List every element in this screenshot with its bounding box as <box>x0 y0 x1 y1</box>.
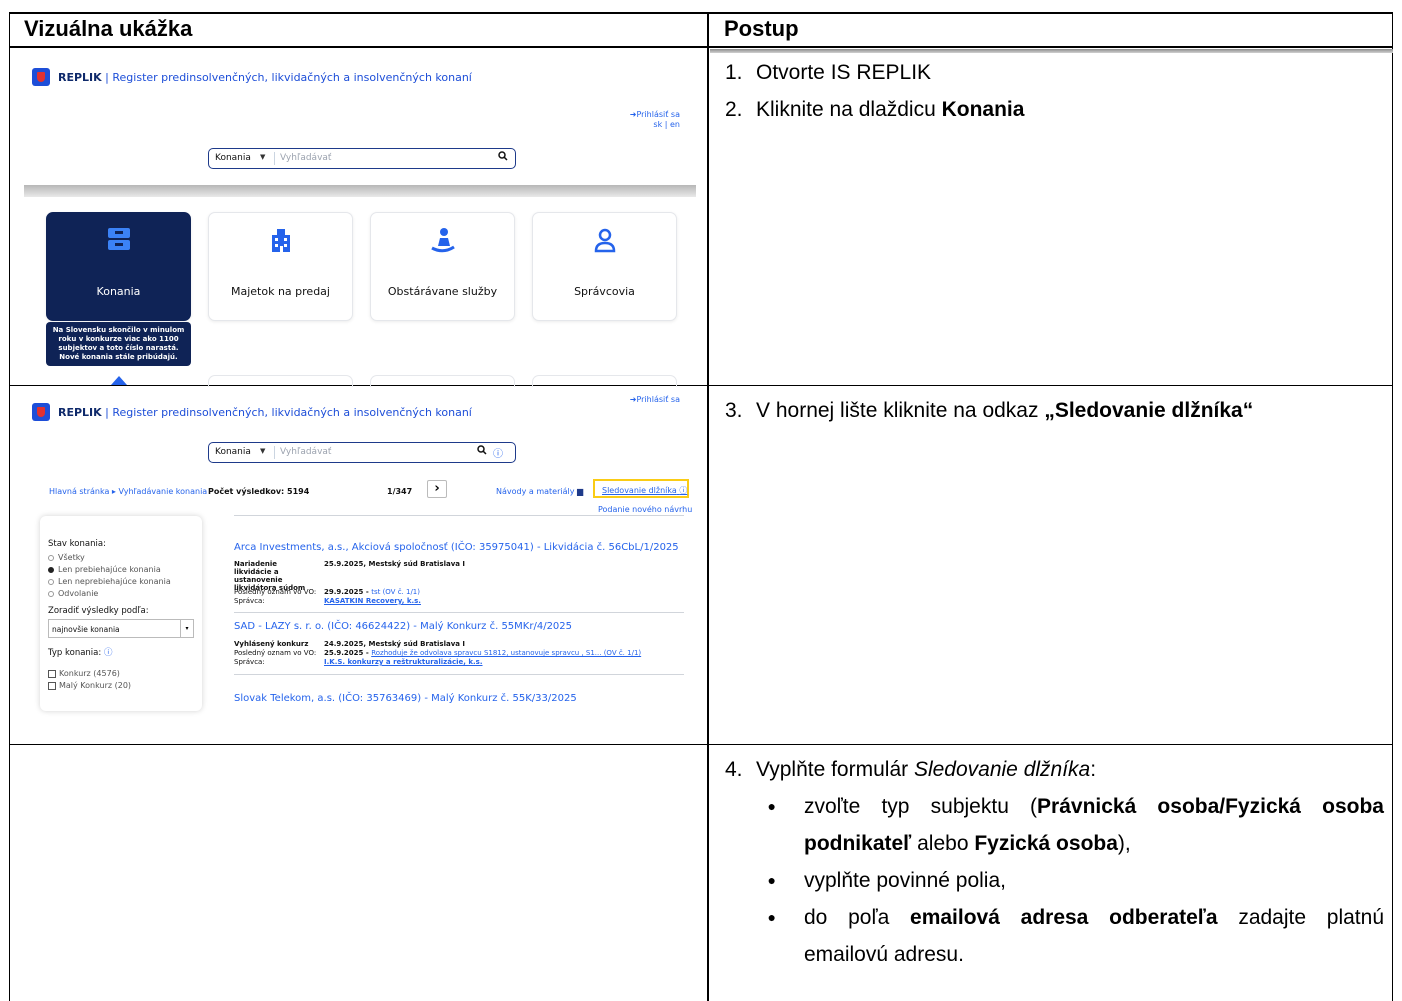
tile-partial <box>208 375 353 387</box>
table-row-divider <box>9 744 1393 745</box>
radio-icon <box>48 590 54 597</box>
step-4-cell: 4. Vyplňte formulár Sledovanie dlžníka: … <box>709 751 1392 1001</box>
search-icon[interactable] <box>477 445 487 458</box>
step-2: 2. Kliknite na dlaždicu Konania <box>725 98 1025 121</box>
state-option-ongoing[interactable]: Len prebiehajúce konania <box>48 565 161 574</box>
bullet-required-fields: ● vyplňte povinné polia, <box>767 869 1006 892</box>
brand-title: REPLIK | Register predinsolvenčných, lik… <box>58 406 472 419</box>
tile-majetok[interactable]: Majetok na predaj <box>208 212 353 321</box>
search-bar[interactable]: Konania ▼ Vyhľadávať ⓘ <box>208 442 516 463</box>
step-1: 1. Otvorte IS REPLIK <box>725 61 932 84</box>
state-option-finished[interactable]: Len neprebiehajúce konania <box>48 577 171 586</box>
inbox-icon <box>108 228 130 250</box>
result-value: 25.9.2025 - Rozhoduje že odvolava spravc… <box>324 649 642 657</box>
search-bar[interactable]: Konania ▼ Vyhľadávať <box>208 148 516 169</box>
replik-logo-icon <box>32 403 50 421</box>
building-icon <box>272 229 290 252</box>
result-title[interactable]: SAD - LAZY s. r. o. (IČO: 46624422) - Ma… <box>234 621 572 632</box>
step-3: 3. V hornej lište kliknite na odkaz „Sle… <box>725 399 1254 422</box>
result-label: Posledný oznam vo VO: <box>234 649 317 657</box>
chevron-down-icon: ▼ <box>260 447 266 455</box>
language-switch[interactable]: sk | en <box>653 120 680 129</box>
trash-icon: ▆ <box>577 487 584 496</box>
header-visual-sample: Vizuálna ukážka <box>24 16 193 41</box>
tile-tooltip: Na Slovensku skončilo v minulom roku v k… <box>46 322 191 366</box>
search-type-select[interactable]: Konania <box>215 447 251 457</box>
track-debtor-link[interactable]: Sledovanie dlžníka ⓘ <box>602 485 687 496</box>
step-4: 4. Vyplňte formulár Sledovanie dlžníka: <box>725 758 1097 781</box>
divider-band <box>24 185 696 197</box>
next-page-button[interactable]: › <box>427 480 447 498</box>
radio-icon <box>48 578 54 585</box>
result-value: 25.9.2025, Mestský súd Bratislava I <box>324 560 466 568</box>
type-label: Typ konania: ⓘ <box>48 648 113 658</box>
header-procedure: Postup <box>724 16 799 41</box>
tile-sluzby[interactable]: Obstárávane služby <box>370 212 515 321</box>
table-border-right <box>1392 12 1393 1001</box>
screenshot-replik-search: REPLIK | Register predinsolvenčných, lik… <box>24 391 698 711</box>
step-3-cell: 3. V hornej lište kliknite na odkaz „Sle… <box>709 392 1392 742</box>
checkbox-icon <box>48 669 56 678</box>
info-icon[interactable]: ⓘ <box>493 445 503 460</box>
search-divider <box>274 446 275 459</box>
table-row-divider <box>9 46 1393 48</box>
login-link[interactable]: ➜Prihlásiť sa <box>630 395 680 404</box>
administrator-link[interactable]: I.K.S. konkurzy a reštrukturalizácie, k.… <box>324 658 483 666</box>
result-count: Počet výsledkov: 5194 <box>208 487 310 496</box>
separator <box>234 674 684 675</box>
bullet-email: ● do poľa emailová adresa odberateľa zad… <box>767 906 1385 966</box>
type-option-maly-konkurz[interactable]: Malý Konkurz (20) <box>48 681 131 690</box>
result-label: Vyhlásený konkurz <box>234 640 309 648</box>
result-title[interactable]: Arca Investments, a.s., Akciová spoločno… <box>234 542 679 553</box>
breadcrumb[interactable]: Hlavná stránka ▸ Vyhľadávanie konania <box>49 487 207 496</box>
search-divider <box>274 152 275 165</box>
tooltip-arrow-icon <box>111 376 127 385</box>
state-option-appeal[interactable]: Odvolanie <box>48 589 98 598</box>
tile-spravcovia[interactable]: Správcovia <box>532 212 677 321</box>
result-label: Správca: <box>234 597 265 605</box>
type-option-konkurz[interactable]: Konkurz (4576) <box>48 669 120 678</box>
search-icon[interactable] <box>498 151 508 164</box>
tile-konania[interactable]: Konania <box>46 212 191 321</box>
info-icon: ⓘ <box>679 486 688 495</box>
radio-selected-icon <box>48 566 54 573</box>
search-input[interactable]: Vyhľadávať <box>280 153 331 163</box>
new-proposal-link[interactable]: Podanie nového návrhu <box>598 505 692 514</box>
separator <box>234 515 684 516</box>
search-type-select[interactable]: Konania <box>215 153 251 163</box>
screenshot-replik-home: REPLIK | Register predinsolvenčných, lik… <box>24 54 698 387</box>
state-label: Stav konania: <box>48 539 106 549</box>
chevron-down-icon: ▼ <box>260 153 266 161</box>
table-border-left <box>9 12 10 1001</box>
chevron-down-icon: ▾ <box>180 620 193 637</box>
info-icon: ⓘ <box>103 648 113 658</box>
guides-link[interactable]: Návody a materiály ▆ <box>496 487 583 496</box>
separator <box>234 612 684 613</box>
result-label: Posledný oznam vo VO: <box>234 588 317 596</box>
state-option-all[interactable]: Všetky <box>48 553 85 562</box>
sort-label: Zoradiť výsledky podľa: <box>48 606 149 616</box>
tile-partial <box>532 375 677 387</box>
result-value: 24.9.2025, Mestský súd Bratislava I <box>324 640 466 648</box>
sort-select[interactable]: najnovšie konania ▾ <box>48 619 194 638</box>
checkbox-icon <box>48 681 56 690</box>
result-title[interactable]: Slovak Telekom, a.s. (IČO: 35763469) - M… <box>234 693 577 704</box>
result-label: Správca: <box>234 658 265 666</box>
search-input[interactable]: Vyhľadávať <box>280 447 331 457</box>
tile-partial <box>370 375 515 387</box>
radio-icon <box>48 554 54 561</box>
service-hand-icon <box>431 228 455 253</box>
replik-logo-icon <box>32 68 50 86</box>
procedure-table: Vizuálna ukážka Postup 1. Otvorte IS REP… <box>9 12 1393 1001</box>
person-icon <box>594 228 616 253</box>
result-value: 29.9.2025 - tst (OV č. 1/1) <box>324 588 420 596</box>
administrator-link[interactable]: KASATKIN Recovery, k.s. <box>324 597 421 605</box>
login-link[interactable]: ➜Prihlásiť sa <box>630 110 680 119</box>
bullet-subject-type: ● zvoľte typ subjektu (Právnická osoba/F… <box>767 795 1384 855</box>
steps-1-2: 1. Otvorte IS REPLIK 2. Kliknite na dlaž… <box>709 54 1392 384</box>
filter-panel: Stav konania: Všetky Len prebiehajúce ko… <box>40 516 202 711</box>
page-indicator: 1/347 <box>387 487 413 496</box>
header-underline <box>710 49 1393 53</box>
brand-title: REPLIK | Register predinsolvenčných, lik… <box>58 71 472 84</box>
